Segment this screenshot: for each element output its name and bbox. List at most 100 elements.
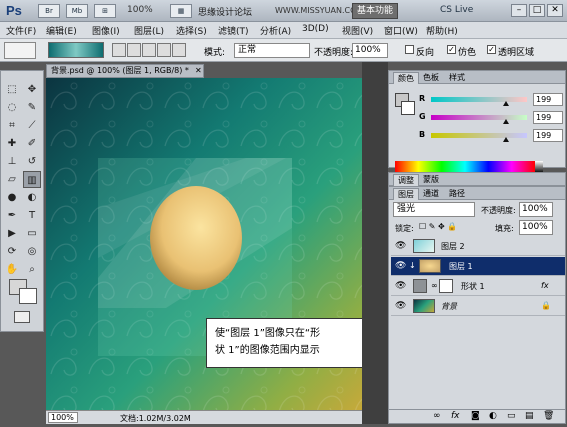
background-color-swatch[interactable] bbox=[19, 288, 37, 304]
dodge-tool-icon[interactable]: ◐ bbox=[23, 189, 41, 206]
tab-styles[interactable]: 样式 bbox=[445, 72, 469, 83]
document-tab[interactable]: 背景.psd @ 100% (图层 1, RGB/8) * ✕ bbox=[46, 64, 204, 78]
move-tool-icon[interactable]: ✥ bbox=[23, 81, 41, 98]
3d-rotate-tool-icon[interactable]: ⟳ bbox=[3, 243, 21, 260]
blue-slider-thumb[interactable] bbox=[502, 137, 509, 142]
marquee-tool-icon[interactable]: ⬚ bbox=[3, 81, 21, 98]
shape-tool-icon[interactable]: ▭ bbox=[23, 225, 41, 242]
lock-icons[interactable]: ☐ ✎ ✥ 🔒 bbox=[419, 222, 457, 231]
link-layers-icon[interactable]: ∞ bbox=[433, 411, 441, 421]
red-slider-track[interactable] bbox=[431, 97, 527, 102]
red-slider-thumb[interactable] bbox=[502, 101, 509, 106]
blue-value-input[interactable]: 199 bbox=[533, 129, 563, 142]
trash-icon[interactable]: 🗑 bbox=[543, 411, 554, 421]
menu-edit[interactable]: 编辑(E) bbox=[46, 24, 77, 37]
minibridge-icon[interactable]: Mb bbox=[66, 4, 88, 18]
close-window-button[interactable]: ✕ bbox=[547, 4, 563, 17]
new-group-icon[interactable]: ▭ bbox=[507, 411, 516, 421]
cs-live-button[interactable]: CS Live bbox=[440, 5, 473, 15]
tab-adjustments[interactable]: 调整 bbox=[393, 174, 419, 186]
layer-opacity-input[interactable]: 100% bbox=[519, 202, 553, 217]
minimize-button[interactable]: – bbox=[511, 4, 527, 17]
menu-help[interactable]: 帮助(H) bbox=[426, 24, 458, 37]
eye-icon[interactable]: 👁 bbox=[395, 281, 406, 291]
menu-filter[interactable]: 滤镜(T) bbox=[218, 24, 249, 37]
mode-select[interactable]: 正常 bbox=[234, 43, 310, 58]
quick-select-tool-icon[interactable]: ✎ bbox=[23, 99, 41, 116]
fx-icon[interactable]: fx bbox=[541, 281, 549, 290]
close-document-icon[interactable]: ✕ bbox=[195, 65, 202, 77]
transparency-checkbox[interactable]: ✓ bbox=[487, 45, 496, 54]
reflected-gradient-icon[interactable] bbox=[157, 43, 171, 57]
eye-icon[interactable]: 👁 bbox=[395, 241, 406, 251]
red-value-input[interactable]: 199 bbox=[533, 93, 563, 106]
healing-brush-tool-icon[interactable]: ✚ bbox=[3, 135, 21, 152]
add-mask-icon[interactable]: ◙ bbox=[471, 411, 480, 421]
blue-slider[interactable]: B 199 bbox=[419, 129, 563, 143]
menu-3d[interactable]: 3D(D) bbox=[302, 24, 329, 34]
blue-slider-track[interactable] bbox=[431, 133, 527, 138]
layer-name[interactable]: 背景 bbox=[441, 301, 457, 312]
quick-mask-icon[interactable] bbox=[14, 311, 30, 323]
tab-swatches[interactable]: 色板 bbox=[419, 72, 443, 83]
tab-paths[interactable]: 路径 bbox=[445, 188, 469, 199]
green-value-input[interactable]: 199 bbox=[533, 111, 563, 124]
gradient-tool-icon[interactable]: ▥ bbox=[23, 171, 41, 188]
layer-name[interactable]: 图层 1 bbox=[449, 261, 473, 272]
workspace-button[interactable]: 基本功能 bbox=[352, 3, 398, 19]
eye-icon[interactable]: 👁 bbox=[395, 261, 406, 271]
pen-tool-icon[interactable]: ✒ bbox=[3, 207, 21, 224]
tab-layers[interactable]: 图层 bbox=[393, 188, 419, 200]
type-tool-icon[interactable]: T bbox=[23, 207, 41, 224]
layer-row-1[interactable]: 👁 ↓ 图层 1 bbox=[391, 257, 565, 276]
eye-icon[interactable]: 👁 bbox=[395, 301, 406, 311]
menu-window[interactable]: 窗口(W) bbox=[384, 24, 418, 37]
bridge-icon[interactable]: Br bbox=[38, 4, 60, 18]
clone-stamp-tool-icon[interactable]: ⊥ bbox=[3, 153, 21, 170]
eyedropper-tool-icon[interactable]: ⟋ bbox=[23, 117, 41, 134]
menu-view[interactable]: 视图(V) bbox=[342, 24, 373, 37]
view-extras-icon[interactable]: ⊞ bbox=[94, 4, 116, 18]
new-layer-icon[interactable]: ▤ bbox=[525, 411, 534, 421]
blur-tool-icon[interactable]: ● bbox=[3, 189, 21, 206]
tab-channels[interactable]: 通道 bbox=[419, 188, 443, 199]
reverse-checkbox[interactable] bbox=[405, 45, 414, 54]
hand-tool-icon[interactable]: ✋ bbox=[3, 261, 21, 278]
linear-gradient-icon[interactable] bbox=[112, 43, 126, 57]
green-slider-track[interactable] bbox=[431, 115, 527, 120]
layer-row-shape[interactable]: 👁 ∞ 形状 1 fx bbox=[391, 277, 565, 296]
menu-image[interactable]: 图像(I) bbox=[92, 24, 120, 37]
menu-file[interactable]: 文件(F) bbox=[6, 24, 36, 37]
green-slider[interactable]: G 199 bbox=[419, 111, 563, 125]
layer-row-background[interactable]: 👁 背景 🔒 bbox=[391, 297, 565, 316]
layer-name[interactable]: 图层 2 bbox=[441, 241, 465, 252]
history-brush-tool-icon[interactable]: ↺ bbox=[23, 153, 41, 170]
green-slider-thumb[interactable] bbox=[502, 119, 509, 124]
menu-select[interactable]: 选择(S) bbox=[176, 24, 207, 37]
path-select-tool-icon[interactable]: ▶ bbox=[3, 225, 21, 242]
fill-input[interactable]: 100% bbox=[519, 220, 553, 235]
dither-checkbox[interactable]: ✓ bbox=[447, 45, 456, 54]
menu-analysis[interactable]: 分析(A) bbox=[260, 24, 291, 37]
menu-layer[interactable]: 图层(L) bbox=[134, 24, 164, 37]
tab-color[interactable]: 颜色 bbox=[393, 72, 419, 84]
layer-row-2[interactable]: 👁 图层 2 bbox=[391, 237, 565, 256]
lasso-tool-icon[interactable]: ◌ bbox=[3, 99, 21, 116]
3d-orbit-tool-icon[interactable]: ◎ bbox=[23, 243, 41, 260]
color-panel-background-swatch[interactable] bbox=[401, 101, 415, 115]
diamond-gradient-icon[interactable] bbox=[172, 43, 186, 57]
radial-gradient-icon[interactable] bbox=[127, 43, 141, 57]
brush-tool-icon[interactable]: ✐ bbox=[23, 135, 41, 152]
zoom-tool-icon[interactable]: ⌕ bbox=[23, 261, 41, 278]
red-slider[interactable]: R 199 bbox=[419, 93, 563, 107]
eraser-tool-icon[interactable]: ▱ bbox=[3, 171, 21, 188]
angle-gradient-icon[interactable] bbox=[142, 43, 156, 57]
maximize-button[interactable]: □ bbox=[529, 4, 545, 17]
add-style-icon[interactable]: fx bbox=[451, 411, 460, 421]
blend-mode-select[interactable]: 强光 bbox=[393, 202, 475, 217]
layer-name[interactable]: 形状 1 bbox=[461, 281, 485, 292]
tool-preset-picker[interactable] bbox=[4, 42, 36, 59]
app-zoom-level[interactable]: 100% bbox=[127, 5, 153, 15]
tab-masks[interactable]: 蒙版 bbox=[419, 174, 443, 185]
document-zoom-input[interactable]: 100% bbox=[48, 412, 78, 423]
